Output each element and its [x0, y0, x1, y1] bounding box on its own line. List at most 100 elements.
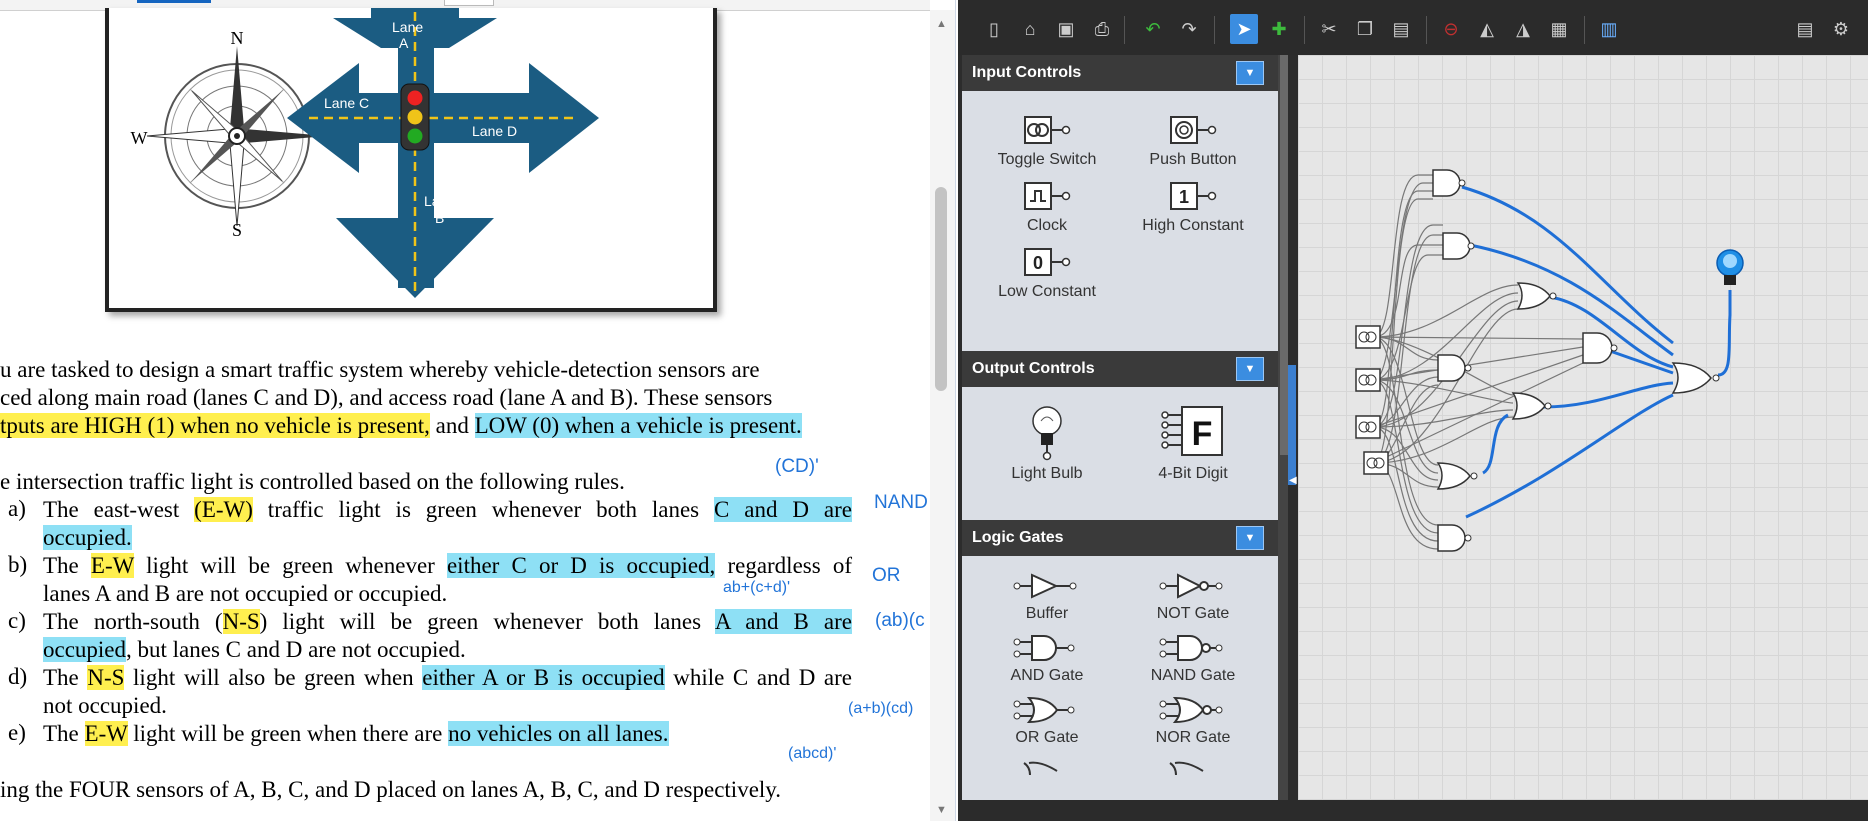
palette-scrollbar-thumb[interactable]	[1280, 55, 1288, 455]
circuit-gates[interactable]	[1432, 169, 1712, 552]
rotate-right-icon[interactable]: ◮	[1512, 18, 1534, 40]
nand-gate-item[interactable]: NAND Gate	[1108, 627, 1278, 685]
section-input-controls[interactable]: Input Controls ▼	[962, 55, 1278, 91]
rule-d-label: d)	[8, 664, 28, 689]
intro-connector: and	[429, 413, 475, 438]
section-output-controls[interactable]: Output Controls ▼	[962, 351, 1278, 387]
rule-c-text-mid: ) light will be green whenever both lane…	[259, 609, 715, 634]
print-icon[interactable]: ⎙	[1091, 18, 1113, 40]
note-or: OR	[872, 565, 901, 586]
note-ab-c: (ab)(c	[875, 610, 925, 631]
rules-intro: e intersection traffic light is controll…	[0, 469, 625, 494]
toggle-switch-icon[interactable]	[1363, 451, 1389, 475]
not-gate-icon	[1108, 565, 1278, 601]
rule-e-label: e)	[8, 720, 26, 745]
rule-b-text-post: regardless of	[715, 553, 852, 578]
or-gate-item[interactable]: OR Gate	[962, 689, 1132, 747]
closing-line: ing the FOUR sensors of A, B, C, and D p…	[0, 777, 782, 802]
delete-icon[interactable]: ⊖	[1440, 18, 1462, 40]
rule-c-occupied-highlight: occupied	[43, 637, 127, 662]
toggle-switch-icon[interactable]	[1355, 325, 1381, 349]
select-pointer-icon[interactable]: ➤	[1230, 14, 1258, 44]
rule-c-ab-highlight: A and B are	[714, 609, 853, 634]
collapse-arrow-icon[interactable]: ◀	[1289, 475, 1297, 486]
light-bulb-item[interactable]: Light Bulb	[962, 397, 1132, 483]
chevron-down-icon[interactable]: ▼	[1236, 61, 1264, 85]
splitter-handle[interactable]	[1288, 365, 1296, 485]
xor-gate-icon	[962, 755, 1132, 775]
clock-item[interactable]: Clock	[962, 165, 1132, 235]
not-gate-item[interactable]: NOT Gate	[1108, 565, 1278, 623]
integrated-circuit-icon[interactable]: ▦	[1548, 18, 1570, 40]
intro-line-2: ced along main road (lanes C and D), and…	[0, 385, 773, 410]
nand-gate-label: NAND Gate	[1150, 667, 1236, 684]
rotate-left-icon[interactable]: ◭	[1476, 18, 1498, 40]
document-scrollbar[interactable]: ▲ ▼	[930, 10, 955, 821]
rule-d-text: The	[43, 665, 88, 690]
rule-d-line-1: The N-S light will also be green when ei…	[43, 664, 852, 692]
scrollbar-thumb[interactable]	[935, 187, 947, 391]
and-gate-icon	[1437, 524, 1466, 552]
cut-icon[interactable]: ✂	[1318, 18, 1340, 40]
open-folder-icon[interactable]: ⌂	[1019, 18, 1041, 40]
compass-north-label: N	[231, 28, 244, 48]
save-icon[interactable]: ▣	[1055, 18, 1077, 40]
new-file-icon[interactable]: ▯	[983, 18, 1005, 40]
lane-b-label-1: Lane	[424, 193, 455, 209]
toggle-switch-item[interactable]: Toggle Switch	[962, 99, 1132, 169]
light-bulb-icon	[962, 397, 1132, 461]
input-switches[interactable]	[1355, 325, 1389, 475]
rule-c-line-2: occupied, but lanes C and D are not occu…	[43, 636, 466, 664]
panel-splitter[interactable]: ◀	[1288, 55, 1297, 800]
rule-d-text-post: while C and D are	[664, 665, 852, 690]
note-abcd-not: (abcd)'	[788, 745, 837, 762]
toggle-switch-icon[interactable]	[1355, 415, 1381, 439]
pan-move-icon[interactable]: ✚	[1268, 18, 1290, 40]
rule-d-ns-highlight: N-S	[87, 665, 125, 690]
scroll-down-arrow-icon[interactable]: ▼	[936, 804, 947, 816]
chevron-down-icon[interactable]: ▼	[1236, 526, 1264, 550]
table-icon[interactable]: ▥	[1598, 18, 1620, 40]
active-tab-indicator[interactable]	[137, 0, 211, 3]
circuit-canvas[interactable]	[1298, 55, 1868, 800]
rule-a-line-1: The east-west (E-W) traffic light is gre…	[43, 496, 852, 524]
low-constant-icon: 0	[962, 231, 1132, 279]
toggle-switch-icon[interactable]	[1355, 368, 1381, 392]
copy-icon[interactable]: ❐	[1354, 18, 1376, 40]
push-button-item[interactable]: Push Button	[1108, 99, 1278, 169]
rule-b-label: b)	[8, 552, 28, 577]
status-bar	[958, 800, 1868, 821]
paste-icon[interactable]: ▤	[1390, 18, 1412, 40]
and-gate-item[interactable]: AND Gate	[962, 627, 1132, 685]
light-bulb-icon[interactable]	[1716, 249, 1744, 285]
rule-d-text-mid: light will also be green when	[124, 665, 423, 690]
toggle-switch-icon	[962, 99, 1132, 147]
rule-c-line-1: The north-south (N-S) light will be gree…	[43, 608, 853, 636]
compass-rose-icon	[146, 46, 327, 227]
rule-c-label: c)	[8, 608, 26, 633]
section-logic-gates[interactable]: Logic Gates ▼	[962, 520, 1278, 556]
and-gate-icon	[1442, 232, 1471, 260]
scroll-up-arrow-icon[interactable]: ▲	[936, 18, 947, 30]
nor-gate-item[interactable]: NOR Gate	[1108, 689, 1278, 747]
low-constant-item[interactable]: 0 Low Constant	[962, 231, 1132, 301]
four-bit-digit-item[interactable]: F 4-Bit Digit	[1108, 397, 1278, 483]
circuit-diagram[interactable]	[1298, 55, 1868, 800]
page-settings-icon[interactable]: ▤	[1794, 18, 1816, 40]
undo-icon[interactable]: ↶	[1142, 18, 1164, 40]
high-constant-glyph: 1	[1179, 187, 1189, 207]
top-input-box[interactable]	[444, 0, 494, 6]
chevron-down-icon[interactable]: ▼	[1236, 357, 1264, 381]
buffer-item[interactable]: Buffer	[962, 565, 1132, 623]
compass-south-label: S	[232, 220, 242, 240]
rule-a-label: a)	[8, 496, 26, 521]
redo-icon[interactable]: ↷	[1178, 18, 1200, 40]
push-button-icon	[1108, 99, 1278, 147]
xor-gate-item-partial[interactable]	[962, 755, 1132, 775]
rule-e-line-1: The E-W light will be green when there a…	[43, 720, 669, 748]
clock-icon	[962, 165, 1132, 213]
gear-icon[interactable]: ⚙	[1830, 18, 1852, 40]
xnor-gate-item-partial[interactable]	[1108, 755, 1278, 775]
high-constant-item[interactable]: 1 High Constant	[1108, 165, 1278, 235]
high-constant-icon: 1	[1108, 165, 1278, 213]
